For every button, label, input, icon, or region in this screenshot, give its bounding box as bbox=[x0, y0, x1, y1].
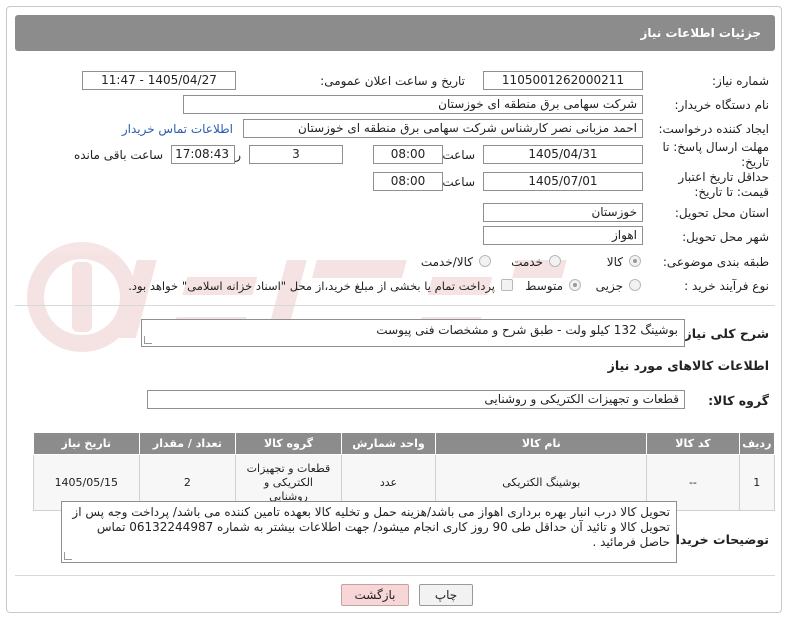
goods-section-title: اطلاعات کالاهای مورد نیاز bbox=[607, 358, 769, 373]
process-minor-label: جزیی bbox=[595, 279, 623, 293]
page-title: جزئیات اطلاعات نیاز bbox=[15, 15, 775, 51]
buyer-contact-link[interactable]: اطلاعات تماس خریدار bbox=[122, 122, 233, 136]
reply-date-field[interactable]: 1405/04/31 bbox=[483, 145, 643, 164]
category-service-label: خدمت bbox=[511, 255, 543, 269]
remaining-time-label: ساعت باقی مانده bbox=[73, 148, 163, 162]
col-need-date: تاریخ نیاز bbox=[33, 432, 140, 455]
col-quantity: تعداد / مقدار bbox=[138, 432, 237, 455]
col-code: کد کالا bbox=[646, 432, 740, 455]
remaining-time-field[interactable]: 17:08:43 bbox=[171, 145, 235, 164]
col-name: نام کالا bbox=[435, 432, 648, 455]
buyer-notes-text: تحویل کالا درب انبار بهره برداری اهواز م… bbox=[72, 505, 670, 549]
need-details-window: جزئیات اطلاعات نیاز شماره نیاز: 11050012… bbox=[6, 6, 782, 613]
summary-text: بوشینگ 132 کیلو ولت - طبق شرح و مشخصات ف… bbox=[376, 323, 678, 337]
cell-row: 1 bbox=[738, 454, 776, 511]
process-minor-radio[interactable] bbox=[629, 279, 641, 291]
divider bbox=[15, 575, 775, 576]
price-time-field[interactable]: 08:00 bbox=[373, 172, 443, 191]
treasury-payment-checkbox[interactable] bbox=[501, 279, 513, 291]
days-field[interactable]: 3 bbox=[249, 145, 343, 164]
col-row: ردیف bbox=[738, 432, 776, 455]
process-medium-radio[interactable] bbox=[569, 279, 581, 291]
resize-handle-icon[interactable] bbox=[64, 552, 72, 560]
delivery-city-field[interactable]: اهواز bbox=[483, 226, 643, 245]
category-goods-radio[interactable] bbox=[629, 255, 641, 267]
category-goods-service-radio[interactable] bbox=[479, 255, 491, 267]
process-type-label: نوع فرآیند خرید : bbox=[684, 279, 769, 293]
category-label: طبقه بندی موضوعی: bbox=[662, 255, 769, 269]
back-button[interactable]: بازگشت bbox=[341, 584, 409, 606]
divider bbox=[15, 305, 775, 306]
buyer-notes-textarea[interactable]: تحویل کالا درب انبار بهره برداری اهواز م… bbox=[61, 501, 677, 563]
process-medium-label: متوسط bbox=[525, 279, 563, 293]
announce-datetime-label: تاریخ و ساعت اعلان عمومی: bbox=[320, 74, 465, 88]
category-goods-service-label: کالا/خدمت bbox=[420, 255, 473, 269]
summary-label: شرح کلی نیاز: bbox=[679, 326, 769, 341]
creator-field[interactable]: احمد مزبانی نصر کارشناس شرکت سهامی برق م… bbox=[243, 119, 643, 138]
goods-group-label: گروه کالا: bbox=[708, 393, 769, 408]
print-button[interactable]: چاپ bbox=[419, 584, 473, 606]
treasury-payment-note: پرداخت تمام یا بخشی از مبلغ خرید،از محل … bbox=[128, 279, 495, 293]
goods-group-field[interactable]: قطعات و تجهیزات الکتریکی و روشنایی bbox=[147, 390, 685, 409]
buyer-org-label: نام دستگاه خریدار: bbox=[674, 98, 770, 112]
need-number-field[interactable]: 1105001262000211 bbox=[483, 71, 643, 90]
goods-table: ردیف کد کالا نام کالا واحد شمارش گروه کا… bbox=[33, 432, 776, 511]
col-group: گروه کالا bbox=[235, 432, 342, 455]
summary-textarea[interactable]: بوشینگ 132 کیلو ولت - طبق شرح و مشخصات ف… bbox=[141, 319, 685, 347]
buyer-notes-label: توضیحات خریدار: bbox=[663, 532, 769, 547]
price-time-label: ساعت bbox=[442, 175, 475, 189]
table-header-row: ردیف کد کالا نام کالا واحد شمارش گروه کا… bbox=[33, 432, 776, 455]
col-unit: واحد شمارش bbox=[340, 432, 437, 455]
reply-deadline-label: مهلت ارسال پاسخ: تا تاریخ: bbox=[662, 140, 769, 169]
category-service-radio[interactable] bbox=[549, 255, 561, 267]
delivery-province-label: استان محل تحویل: bbox=[674, 206, 769, 220]
reply-time-label: ساعت bbox=[442, 148, 475, 162]
creator-label: ایجاد کننده درخواست: bbox=[658, 122, 769, 136]
delivery-city-label: شهر محل تحویل: bbox=[682, 230, 769, 244]
announce-datetime-field[interactable]: 1405/04/27 - 11:47 bbox=[82, 71, 236, 90]
need-number-label: شماره نیاز: bbox=[712, 74, 769, 88]
price-validity-label: حداقل تاریخ اعتبار قیمت: تا تاریخ: bbox=[678, 170, 769, 199]
resize-handle-icon[interactable] bbox=[144, 336, 152, 344]
price-date-field[interactable]: 1405/07/01 bbox=[483, 172, 643, 191]
category-goods-label: کالا bbox=[606, 255, 623, 269]
buyer-org-field[interactable]: شرکت سهامی برق منطقه ای خوزستان bbox=[183, 95, 643, 114]
reply-time-field[interactable]: 08:00 bbox=[373, 145, 443, 164]
delivery-province-field[interactable]: خوزستان bbox=[483, 203, 643, 222]
